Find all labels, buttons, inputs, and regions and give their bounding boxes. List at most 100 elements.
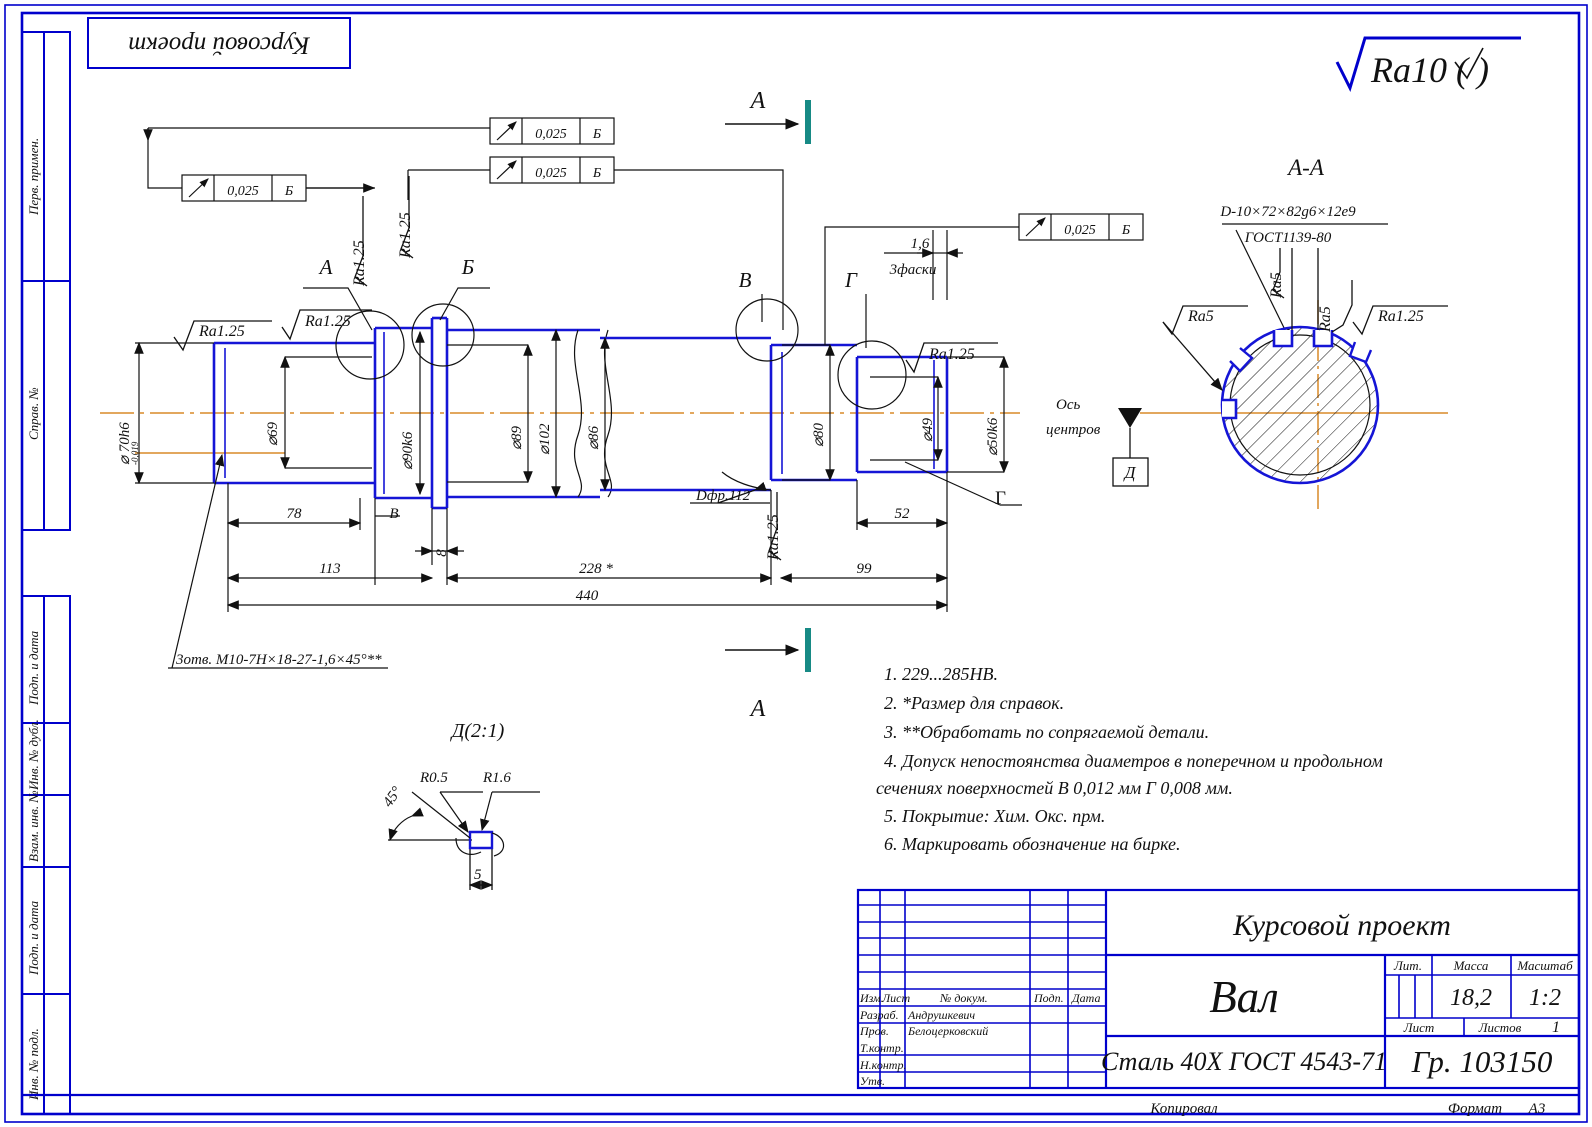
roughness-4-text: Ra1.25 (397, 212, 414, 259)
spline-section-shape (1220, 325, 1380, 485)
margin-label-2: Подп. и дата (26, 630, 41, 706)
roughness-3-text: Ra1.25 (351, 240, 368, 287)
detail-d-r05: R0.5 (419, 770, 448, 786)
dim-99: 99 (857, 561, 873, 577)
margin-label-4: Взам. инв. № (26, 790, 41, 862)
roughness-1-text: Ra1.25 (198, 323, 245, 340)
detail-d-r16: R1.6 (482, 770, 511, 786)
fcf-3-datum: Б (592, 166, 601, 181)
dim-d102: ⌀102 (537, 423, 553, 455)
section-label-top: А (749, 88, 766, 114)
section-roughness-1-text: Ra5 (1187, 308, 1214, 325)
dim-8: 8 (434, 549, 450, 557)
note-line-3: 4. Допуск непостоянства диаметров в попе… (884, 751, 1383, 771)
title-block-project-title: Курсовой проект (1232, 909, 1451, 942)
datum-letter-V: В (739, 268, 752, 292)
title-block-part-name: Вал (1209, 972, 1279, 1022)
mass-value: 18,2 (1450, 985, 1492, 1011)
dim-d69: ⌀69 (265, 421, 281, 446)
note-line-4: сечениях поверхностей В 0,012 мм Г 0,008… (876, 778, 1233, 798)
section-roughness-3-text: Ra5 (1317, 306, 1334, 333)
section-roughness-2-text: Ra5 (1268, 272, 1285, 299)
dim-3faski: 3фаски (889, 262, 937, 278)
note-line-5: 5. Покрытие: Хим. Окс. прм. (884, 806, 1105, 826)
dim-440: 440 (576, 588, 599, 604)
datum-letter-A: А (318, 255, 333, 279)
mass-label: Масса (1453, 958, 1489, 973)
footer-format-value: А3 (1528, 1101, 1546, 1117)
fcf-1-datum: Б (284, 184, 293, 199)
note-axis-2: центров (1046, 422, 1101, 438)
roughness-2-text: Ra1.25 (304, 313, 351, 330)
note-line-0: 1. 229...285HB. (884, 664, 998, 684)
dim-d89: ⌀89 (509, 425, 525, 450)
note-datum-G-right: Г (995, 488, 1006, 509)
margin-label-6: Инв. № подл. (26, 1028, 41, 1101)
fcf-2-datum: Б (592, 127, 601, 142)
fcf-1-tol: 0,025 (227, 184, 259, 199)
margin-label-3: Инв. № дубл. (26, 719, 41, 791)
footer-format-label: Формат (1448, 1101, 1502, 1117)
section-roughness-4-text: Ra1.25 (1377, 308, 1424, 325)
rev-header-0: Изм. (859, 991, 884, 1005)
role-0-name: Андрушкевич (907, 1008, 975, 1022)
fcf-2-tol: 0,025 (535, 127, 567, 142)
detail-d-title: Д(2:1) (450, 720, 505, 742)
sheets-value: 1 (1552, 1019, 1560, 1036)
datum-letter-G: Г (844, 268, 858, 292)
rev-header-3: Подп. (1033, 991, 1064, 1005)
title-block-material: Сталь 40Х ГОСТ 4543-71 (1101, 1047, 1387, 1076)
fcf-4-tol: 0,025 (1064, 223, 1096, 238)
dim-52: 52 (895, 506, 911, 522)
role-4: Н.контр. (859, 1058, 906, 1072)
dim-d86: ⌀86 (586, 425, 602, 450)
spline-spec-top: D-10×72×82g6×12e9 (1219, 204, 1356, 220)
dim-113: 113 (319, 561, 340, 577)
note-thread: 3отв. М10-7Н×18-27-1,6×45°** (175, 652, 382, 668)
sheet-label: Лист (1403, 1020, 1434, 1035)
fcf-3-tol: 0,025 (535, 166, 567, 181)
roughness-6-text: Ra1.25 (928, 346, 975, 363)
dim-d50: ⌀50k6 (985, 417, 1001, 456)
detail-reference-D-label: Д (1123, 463, 1137, 482)
scale-value: 1:2 (1529, 985, 1561, 1011)
detail-d-depth: 5 (474, 867, 482, 883)
sheets-label: Листов (1478, 1020, 1522, 1035)
dim-d90: ⌀90k6 (400, 431, 416, 470)
spline-spec-bottom: ГОСТ1139-80 (1244, 230, 1332, 246)
corner-title-text: Курсовой проект (128, 31, 311, 58)
role-0: Разраб. (859, 1008, 899, 1022)
note-line-6: 6. Маркировать обозначение на бирке. (884, 834, 1181, 854)
margin-label-5: Подп. и дата (26, 900, 41, 976)
fcf-4-datum: Б (1121, 223, 1130, 238)
rev-header-1: Лист (881, 991, 910, 1005)
rev-header-4: Дата (1071, 991, 1100, 1005)
lit-label: Лит. (1393, 958, 1422, 973)
dim-16: 1,6 (911, 236, 930, 252)
roughness-5-text: Ra1.25 (765, 514, 782, 561)
dim-d49: ⌀49 (920, 417, 936, 442)
role-1: Пров. (859, 1024, 889, 1038)
note-axis-1: Ось (1056, 397, 1080, 413)
note-line-1: 2. *Размер для справок. (884, 693, 1064, 713)
role-2: Т.контр. (860, 1041, 904, 1055)
drawing-sheet: Перв. примен. Справ. № Подп. и дата Инв.… (0, 0, 1592, 1127)
margin-label-1: Справ. № (26, 387, 41, 440)
dim-78: 78 (287, 506, 303, 522)
role-1-name: Белоцерковский (907, 1024, 988, 1038)
title-block-designation: Гр. 103150 (1411, 1044, 1553, 1079)
dim-228: 228 * (579, 561, 613, 577)
footer-copied-label: Копировал (1149, 1101, 1218, 1117)
datum-letter-B: Б (461, 255, 474, 279)
dim-d70-tol: -0,019 (130, 441, 140, 465)
dim-d80: ⌀80 (811, 422, 827, 447)
section-aa-title: А-А (1286, 155, 1325, 180)
margin-label-0: Перв. примен. (26, 138, 41, 216)
note-cutter: Dфр.112 (695, 488, 751, 504)
dim-B: B (389, 506, 398, 522)
rev-header-2: № докум. (939, 991, 988, 1005)
scale-label: Масштаб (1516, 958, 1573, 973)
role-5: Утв. (860, 1074, 885, 1088)
section-label-bottom: А (749, 696, 766, 722)
note-line-2: 3. **Обработать по сопрягаемой детали. (883, 722, 1209, 742)
